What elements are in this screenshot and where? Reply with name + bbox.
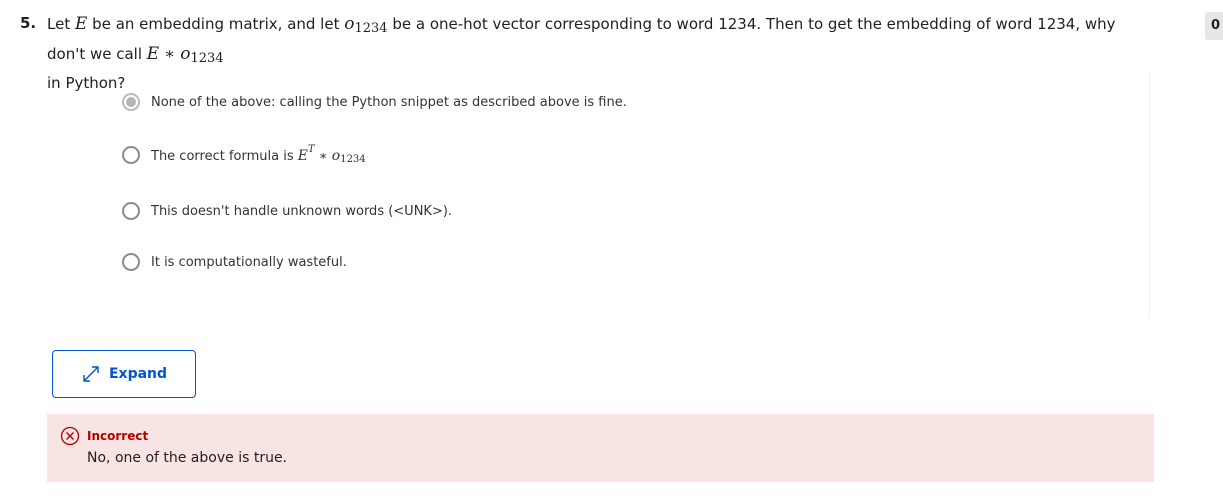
answer-option-label: The correct formula is ET ∗ o1234 (151, 144, 366, 165)
quiz-question-page: 5. Let E be an embedding matrix, and let… (0, 0, 1223, 501)
math-vector-o-call-subscript: 1234 (190, 51, 224, 66)
math-transpose-superscript: T (307, 144, 315, 155)
math-vector-o-subscript: 1234 (354, 21, 388, 36)
answer-option-1[interactable]: None of the above: calling the Python sn… (122, 93, 627, 111)
math-multiply-operator: ∗ (159, 44, 181, 63)
math-vector-o-call: o (180, 44, 191, 64)
math-matrix-e-call: E (146, 44, 160, 64)
answer-option-label: It is computationally wasteful. (151, 254, 347, 270)
question-number: 5. (20, 14, 37, 32)
expand-button[interactable]: Expand (52, 350, 196, 398)
feedback-message: No, one of the above is true. (87, 450, 288, 466)
answer-option-3[interactable]: This doesn't handle unknown words (<UNK>… (122, 202, 452, 220)
math-vector-o: o (331, 148, 341, 164)
answer-options: None of the above: calling the Python sn… (110, 72, 1150, 317)
answer-option-2[interactable]: The correct formula is ET ∗ o1234 (122, 144, 366, 165)
answer-option-label: None of the above: calling the Python sn… (151, 94, 627, 110)
question-text-part2: be an embedding matrix, and let (87, 15, 345, 33)
expand-arrows-icon (83, 366, 99, 382)
radio-button[interactable] (122, 145, 140, 164)
math-vector-o: o (344, 14, 355, 34)
expand-button-label: Expand (108, 366, 168, 382)
math-multiply-operator: ∗ (314, 149, 332, 164)
answer-option-label: This doesn't handle unknown words (<UNK>… (151, 203, 453, 219)
x-circle-icon (60, 426, 80, 446)
radio-button[interactable] (122, 253, 140, 271)
score-badge: 0 / (1205, 12, 1223, 40)
radio-button-selected[interactable] (122, 93, 140, 111)
math-vector-o-subscript: 1234 (340, 154, 366, 165)
math-matrix-e: E (297, 148, 308, 164)
math-matrix-e: E (74, 14, 88, 34)
feedback-panel: Incorrect No, one of the above is true. (47, 414, 1154, 482)
answer-option-4[interactable]: It is computationally wasteful. (122, 253, 347, 271)
answer-option-label-prefix: The correct formula is (151, 149, 298, 164)
radio-button[interactable] (122, 202, 140, 220)
feedback-status: Incorrect (87, 429, 149, 443)
question-text-part1: Let (47, 15, 75, 33)
